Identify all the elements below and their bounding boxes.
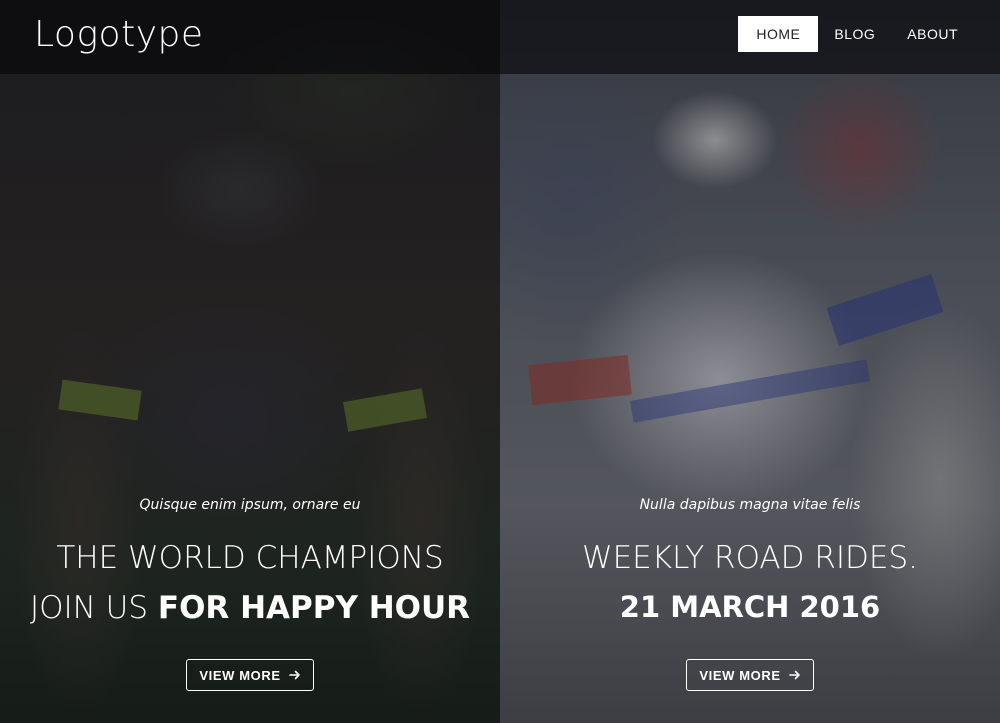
slide-headline-date: 21 MARCH 2016 [619,590,881,624]
site-header: Logotype HOME BLOG ABOUT [0,0,1000,74]
view-more-button[interactable]: VIEW MORE [186,659,314,691]
headline-bold-text: FOR HAPPY HOUR [157,590,471,626]
slide-subtitle: Nulla dapibus magna vitae felis [639,497,861,513]
logo[interactable]: Logotype [34,14,204,55]
slide-headline: THE WORLD CHAMPIONS [56,540,444,576]
nav-item-home[interactable]: HOME [738,16,819,52]
slide-panel-left: Quisque enim ipsum, ornare eu THE WORLD … [0,0,500,723]
slide-subtitle: Quisque enim ipsum, ornare eu [139,497,361,513]
main-nav: HOME BLOG ABOUT [738,16,974,52]
view-more-label: VIEW MORE [699,667,781,683]
nav-item-about[interactable]: ABOUT [891,16,974,52]
arrow-right-icon [288,670,300,680]
view-more-label: VIEW MORE [199,667,281,683]
slide-panel-right: Nulla dapibus magna vitae felis WEEKLY R… [500,0,1000,723]
nav-item-blog[interactable]: BLOG [818,16,891,52]
slide-headline-line2: JOIN US FOR HAPPY HOUR [0,590,500,626]
arrow-right-icon [788,670,800,680]
slide-headline: WEEKLY ROAD RIDES. [581,540,919,576]
headline-light-text: JOIN US [29,590,158,626]
view-more-button[interactable]: VIEW MORE [686,659,814,691]
